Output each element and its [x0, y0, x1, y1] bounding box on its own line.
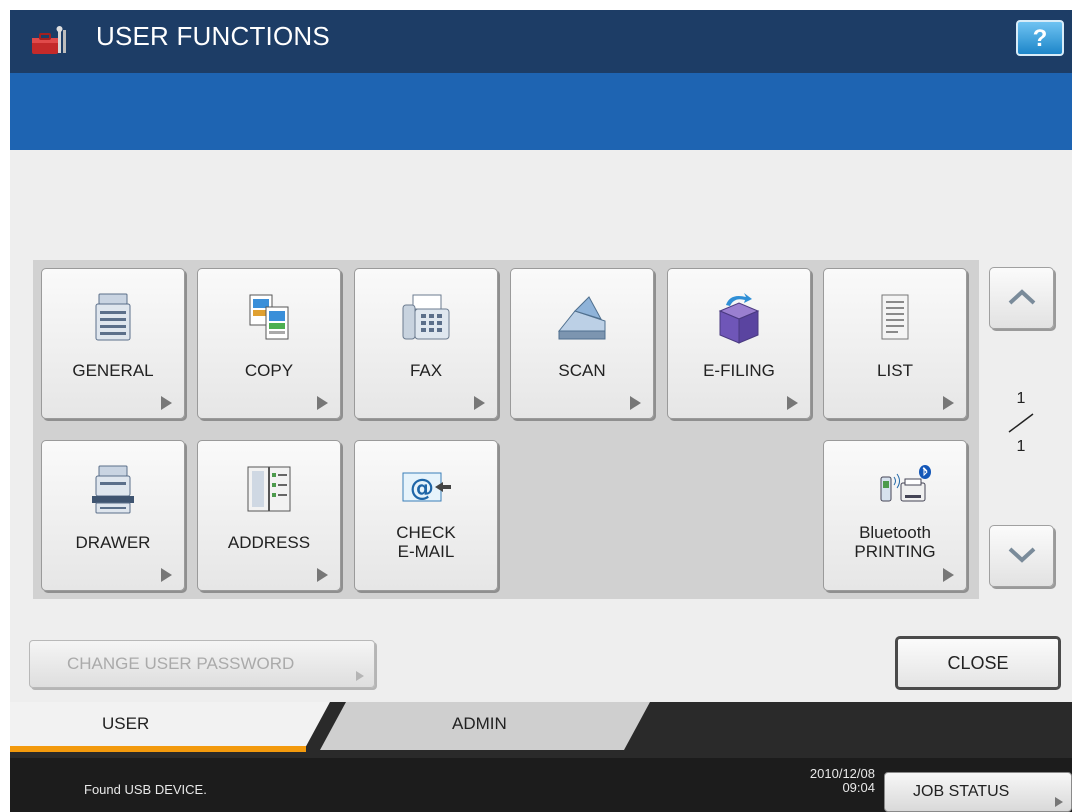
fax-button[interactable]: FAX: [354, 268, 498, 419]
drawer-printer-icon: [92, 465, 134, 514]
tab-bar: USER ADMIN: [10, 702, 1072, 758]
arrow-icon: [943, 396, 954, 410]
list-button[interactable]: LIST: [823, 268, 967, 419]
date-text: 2010/12/08: [809, 766, 875, 781]
drawer-button[interactable]: DRAWER: [41, 440, 185, 591]
tab-user-label: USER: [102, 714, 150, 733]
toolbox-icon: [32, 26, 66, 54]
page-up-button[interactable]: [989, 267, 1054, 329]
bluetooth-printing-button[interactable]: Bluetooth PRINTING: [823, 440, 967, 591]
arrow-icon: [161, 568, 172, 582]
arrow-icon: [787, 396, 798, 410]
header-bar: USER FUNCTIONS ?: [10, 10, 1072, 73]
copy-button[interactable]: COPY: [197, 268, 341, 419]
page-divider: [1008, 413, 1034, 433]
active-tab-indicator: [10, 746, 306, 752]
email-icon: @: [402, 472, 451, 502]
arrow-icon: [943, 568, 954, 582]
fax-label: FAX: [409, 360, 443, 380]
arrow-icon: [630, 396, 641, 410]
status-message: Found USB DEVICE.: [84, 782, 207, 797]
scan-label: SCAN: [558, 360, 606, 380]
check-email-label: CHECK E-MAIL: [396, 523, 456, 561]
bluetooth-printing-icon: [880, 465, 931, 502]
list-document-icon: [881, 294, 909, 340]
chevron-down-icon: [1008, 547, 1036, 563]
arrow-icon: [317, 396, 328, 410]
change-user-password-button[interactable]: CHANGE USER PASSWORD: [29, 640, 375, 688]
general-button[interactable]: GENERAL: [41, 268, 185, 419]
chevron-up-icon: [1008, 289, 1036, 305]
function-grid: GENERAL COPY FAX SCAN E-FILING LIST DRAW…: [33, 260, 979, 599]
address-label: ADDRESS: [227, 532, 311, 552]
tab-user[interactable]: [10, 702, 330, 750]
scanner-icon: [557, 296, 606, 340]
sub-header-bar: [10, 73, 1072, 150]
arrow-icon: [161, 396, 172, 410]
general-label: GENERAL: [72, 360, 154, 380]
address-book-icon: [247, 466, 291, 512]
copy-documents-icon: [249, 294, 289, 340]
check-email-button[interactable]: @ CHECK E-MAIL: [354, 440, 498, 591]
job-status-label: JOB STATUS: [913, 783, 1010, 800]
page-title: USER FUNCTIONS: [96, 21, 330, 51]
job-status-button[interactable]: JOB STATUS: [884, 772, 1072, 812]
bluetooth-printing-label: Bluetooth PRINTING: [854, 523, 936, 561]
svg-text:@: @: [410, 474, 434, 502]
page-down-button[interactable]: [989, 525, 1054, 587]
arrow-icon: [474, 396, 485, 410]
total-pages: 1: [1016, 438, 1026, 455]
list-label: LIST: [877, 360, 913, 380]
date-time: 2010/12/08 09:04: [783, 767, 875, 795]
tab-admin-label: ADMIN: [452, 714, 507, 733]
status-bar: Found USB DEVICE. 2010/12/08 09:04 JOB S…: [10, 758, 1072, 812]
efiling-box-icon: [718, 293, 760, 344]
change-user-password-label: CHANGE USER PASSWORD: [67, 654, 295, 673]
scan-button[interactable]: SCAN: [510, 268, 654, 419]
current-page: 1: [1016, 390, 1026, 407]
close-button[interactable]: CLOSE: [895, 636, 1061, 690]
e-filing-label: E-FILING: [703, 360, 775, 380]
mfp-icon: [95, 293, 131, 341]
copy-label: COPY: [244, 360, 294, 380]
drawer-label: DRAWER: [75, 532, 151, 552]
fax-icon: [402, 294, 450, 340]
arrow-icon: [317, 568, 328, 582]
e-filing-button[interactable]: E-FILING: [667, 268, 811, 419]
user-functions-screen: USER FUNCTIONS ? GENERAL COPY FAX SCAN E…: [10, 10, 1072, 812]
arrow-icon: [356, 671, 364, 681]
time-text: 09:04: [842, 780, 875, 795]
help-button[interactable]: ?: [1016, 20, 1064, 56]
arrow-icon: [1055, 797, 1063, 807]
address-button[interactable]: ADDRESS: [197, 440, 341, 591]
